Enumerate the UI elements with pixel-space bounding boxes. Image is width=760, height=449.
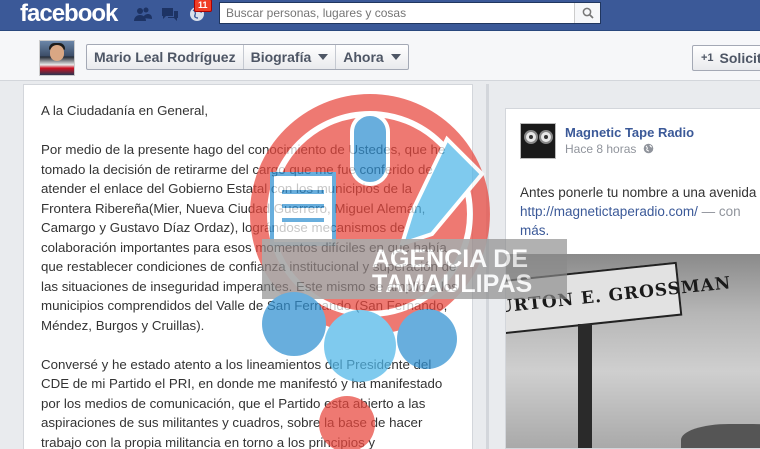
- page-name-link[interactable]: Magnetic Tape Radio: [565, 125, 694, 140]
- search-button[interactable]: [574, 3, 600, 23]
- facebook-topbar: facebook 11: [0, 0, 760, 31]
- profile-avatar[interactable]: [39, 40, 75, 76]
- search-box: [219, 2, 601, 24]
- post-time-label: Hace 8 horas: [565, 142, 637, 156]
- profile-name-button[interactable]: Mario Leal Rodríguez: [87, 45, 244, 69]
- photo-tree: [681, 424, 760, 448]
- now-dropdown-button[interactable]: Ahora: [336, 45, 407, 69]
- profile-header-bar: Mario Leal Rodríguez Biografía Ahora +1 …: [0, 31, 760, 81]
- post-text-line: Antes ponerle tu nombre a una avenida: [520, 185, 757, 200]
- tape-reel-icon: [539, 130, 553, 144]
- post-photo[interactable]: LA BURTON E. GROSSMAN: [506, 254, 760, 448]
- search-input[interactable]: [220, 3, 570, 23]
- chevron-down-icon: [390, 54, 401, 60]
- post-tagged-with: — con: [697, 204, 741, 219]
- globe-icon: [643, 143, 654, 154]
- timeline-label: Biografía: [250, 49, 312, 65]
- messages-icon[interactable]: [161, 6, 179, 22]
- shared-post-card: Magnetic Tape Radio Hace 8 horas Antes p…: [505, 108, 760, 449]
- post-link[interactable]: http://magnetictaperadio.com/: [520, 204, 698, 219]
- friend-request-button[interactable]: +1 Solicit: [692, 45, 760, 71]
- timeline-divider: [486, 84, 489, 449]
- search-icon: [582, 7, 594, 19]
- friend-requests-icon[interactable]: [134, 6, 152, 22]
- letter-paragraph: Por medio de la presente hago del conoci…: [41, 142, 458, 333]
- sign-pole: [578, 324, 592, 448]
- see-more-link[interactable]: más.: [520, 221, 760, 240]
- letter-greeting: A la Ciudadanía en General,: [41, 103, 209, 118]
- post-timestamp[interactable]: Hace 8 horas: [565, 142, 654, 156]
- timeline-dropdown-button[interactable]: Biografía: [244, 45, 337, 69]
- street-sign: LA BURTON E. GROSSMAN: [506, 261, 732, 335]
- letter-paragraph: Conversé y he estado atento a los lineam…: [41, 356, 443, 449]
- page-avatar[interactable]: [520, 123, 556, 159]
- friend-request-label: Solicit: [719, 50, 760, 66]
- avatar-face: [50, 45, 64, 61]
- add-friend-icon: +1: [701, 52, 714, 64]
- post-text: Antes ponerle tu nombre a una avenida ht…: [520, 183, 760, 240]
- notifications-count-badge: 11: [194, 0, 212, 12]
- letter-post-content: A la Ciudadanía en General, Por medio de…: [23, 84, 473, 449]
- now-label: Ahora: [343, 49, 384, 65]
- chevron-down-icon: [318, 54, 329, 60]
- profile-nav-group: Mario Leal Rodríguez Biografía Ahora: [86, 44, 409, 70]
- tape-reel-icon: [524, 130, 538, 144]
- facebook-logo[interactable]: facebook: [20, 0, 118, 28]
